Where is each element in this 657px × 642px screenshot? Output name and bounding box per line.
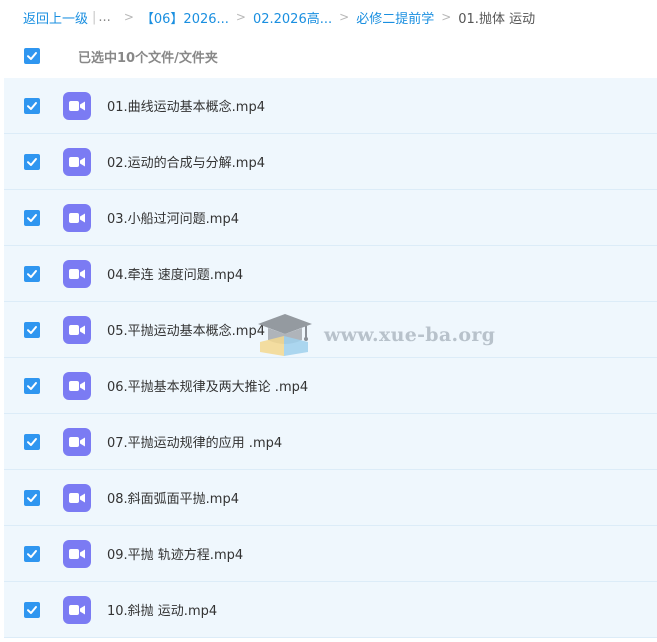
file-row[interactable]: 04.牵连 速度问题.mp4 xyxy=(4,246,657,302)
file-checkbox[interactable] xyxy=(24,433,40,450)
breadcrumb-arrow: > xyxy=(339,10,350,24)
checkmark-icon xyxy=(27,101,37,110)
file-row[interactable]: 02.运动的合成与分解.mp4 xyxy=(4,134,657,190)
breadcrumb-item-0[interactable]: 【06】2026... xyxy=(141,8,229,27)
breadcrumb-ellipsis[interactable]: ... xyxy=(98,10,110,25)
checkmark-icon xyxy=(27,269,37,278)
file-name[interactable]: 10.斜抛 运动.mp4 xyxy=(107,600,217,619)
file-row[interactable]: 05.平抛运动基本概念.mp4 xyxy=(4,302,657,358)
file-checkbox[interactable] xyxy=(24,545,40,562)
checkmark-icon xyxy=(27,493,37,502)
breadcrumb-arrow: > xyxy=(235,10,246,24)
file-name[interactable]: 04.牵连 速度问题.mp4 xyxy=(107,264,243,283)
checkmark-icon xyxy=(27,213,37,222)
video-file-icon xyxy=(63,427,91,456)
video-file-icon xyxy=(63,315,91,344)
file-row[interactable]: 06.平抛基本规律及两大推论 .mp4 xyxy=(4,358,657,414)
select-all-checkbox[interactable] xyxy=(24,48,40,64)
video-file-icon xyxy=(63,147,91,176)
breadcrumb-divider: | xyxy=(92,9,97,25)
file-checkbox[interactable] xyxy=(24,321,40,338)
checkmark-icon xyxy=(27,437,37,446)
file-name[interactable]: 03.小船过河问题.mp4 xyxy=(107,208,239,227)
breadcrumb-arrow: > xyxy=(441,10,452,24)
file-name[interactable]: 09.平抛 轨迹方程.mp4 xyxy=(107,544,243,563)
video-file-icon xyxy=(63,203,91,232)
file-list: 01.曲线运动基本概念.mp4 02.运动的合成与分解.mp4 03.小船过河问… xyxy=(4,78,657,638)
file-checkbox[interactable] xyxy=(24,97,40,114)
file-checkbox[interactable] xyxy=(24,265,40,282)
breadcrumb-item-1[interactable]: 02.2026高... xyxy=(253,8,332,27)
video-file-icon xyxy=(63,595,91,624)
file-name[interactable]: 06.平抛基本规律及两大推论 .mp4 xyxy=(107,376,308,395)
breadcrumb: 返回上一级 | ... > 【06】2026... > 02.2026高... … xyxy=(0,0,657,34)
selection-bar: 已选中10个文件/文件夹 xyxy=(0,34,657,78)
selection-count-label: 已选中10个文件/文件夹 xyxy=(78,50,218,66)
file-name[interactable]: 01.曲线运动基本概念.mp4 xyxy=(107,96,265,115)
file-row[interactable]: 07.平抛运动规律的应用 .mp4 xyxy=(4,414,657,470)
checkmark-icon xyxy=(27,157,37,166)
checkmark-icon xyxy=(27,325,37,334)
back-link[interactable]: 返回上一级 xyxy=(23,8,88,27)
video-file-icon xyxy=(63,259,91,288)
file-checkbox[interactable] xyxy=(24,153,40,170)
file-name[interactable]: 08.斜面弧面平抛.mp4 xyxy=(107,488,239,507)
file-row[interactable]: 08.斜面弧面平抛.mp4 xyxy=(4,470,657,526)
file-name[interactable]: 02.运动的合成与分解.mp4 xyxy=(107,152,265,171)
file-checkbox[interactable] xyxy=(24,377,40,394)
file-checkbox[interactable] xyxy=(24,489,40,506)
file-row[interactable]: 10.斜抛 运动.mp4 xyxy=(4,582,657,638)
breadcrumb-item-2[interactable]: 必修二提前学 xyxy=(356,8,434,27)
file-row[interactable]: 09.平抛 轨迹方程.mp4 xyxy=(4,526,657,582)
checkmark-icon xyxy=(27,381,37,390)
checkmark-icon xyxy=(27,52,37,60)
breadcrumb-arrow: > xyxy=(123,10,134,24)
checkmark-icon xyxy=(27,605,37,614)
file-row[interactable]: 03.小船过河问题.mp4 xyxy=(4,190,657,246)
file-name[interactable]: 07.平抛运动规律的应用 .mp4 xyxy=(107,432,282,451)
file-checkbox[interactable] xyxy=(24,209,40,226)
file-name[interactable]: 05.平抛运动基本概念.mp4 xyxy=(107,320,265,339)
breadcrumb-current: 01.抛体 运动 xyxy=(458,11,536,27)
video-file-icon xyxy=(63,539,91,568)
video-file-icon xyxy=(63,91,91,120)
file-row[interactable]: 01.曲线运动基本概念.mp4 xyxy=(4,78,657,134)
checkmark-icon xyxy=(27,549,37,558)
file-checkbox[interactable] xyxy=(24,601,40,618)
video-file-icon xyxy=(63,483,91,512)
video-file-icon xyxy=(63,371,91,400)
